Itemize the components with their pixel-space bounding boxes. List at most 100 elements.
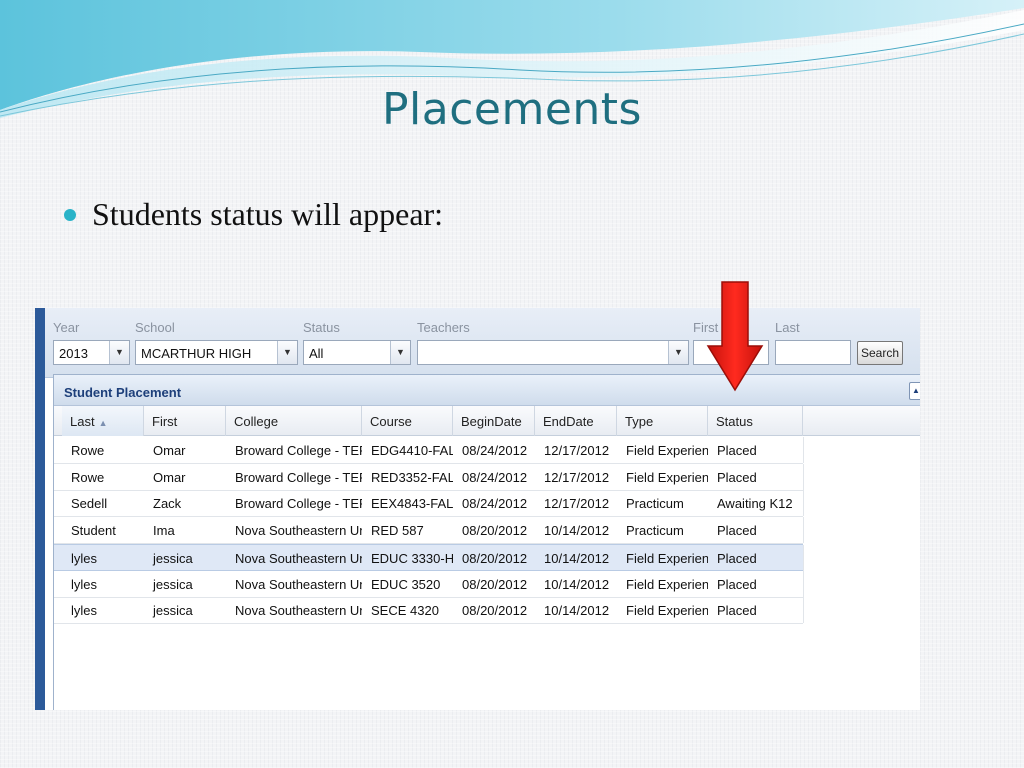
cell-first: Omar: [153, 469, 186, 485]
cell-enddate: 12/17/2012: [544, 469, 610, 485]
cell-begindate: 08/24/2012: [462, 443, 528, 458]
cell-first: jessica: [153, 550, 193, 566]
filter-bar: Year School Status Teachers First Last 2…: [45, 308, 920, 378]
chevron-down-icon[interactable]: ▼: [390, 341, 410, 364]
column-header-type[interactable]: Type: [617, 406, 708, 436]
cell-course: EDUC 3330-HIG: [371, 550, 453, 566]
status-select-value: All: [309, 346, 324, 361]
cell-status: Placed: [717, 469, 757, 485]
cell-type: Field Experience: [626, 576, 708, 592]
table-row[interactable]: Sedell Zack Broward College - TEP EEX4843-F…: [54, 490, 804, 518]
chevron-down-icon[interactable]: ▼: [668, 341, 688, 364]
column-header-first[interactable]: First: [144, 406, 226, 436]
column-header-last[interactable]: Last ▲: [62, 406, 144, 436]
cell-type: Practicum: [626, 496, 684, 512]
cell-college: Broward College - TEP: [235, 496, 362, 512]
cell-course: EDUC 3520: [371, 576, 441, 592]
cell-begindate: 08/20/2012: [462, 576, 528, 592]
cell-status: Placed: [717, 550, 757, 566]
cell-course: RED 587: [371, 523, 424, 539]
cell-first: jessica: [153, 576, 193, 592]
column-header-enddate[interactable]: EndDate: [535, 406, 617, 436]
table-row[interactable]: lyles jessica Nova Southeastern Univ SECE 4…: [54, 597, 804, 625]
column-header-label: First: [152, 414, 178, 429]
cell-begindate: 08/24/2012: [462, 496, 528, 512]
placement-screenshot: Year School Status Teachers First Last 2…: [35, 308, 920, 710]
table-row[interactable]: lyles jessica Nova Southeastern Univ EDUC 3…: [54, 570, 804, 598]
cell-course: EEX4843-FALL2: [371, 496, 453, 512]
year-label: Year: [53, 320, 80, 335]
cell-course: SECE 4320: [371, 603, 439, 619]
cell-enddate: 10/14/2012: [544, 603, 610, 619]
cell-type: Field Experience: [626, 550, 708, 566]
cell-last: Sedell: [71, 496, 108, 512]
teachers-label: Teachers: [417, 320, 470, 335]
status-select[interactable]: All ▼: [303, 340, 411, 365]
column-header-begindate[interactable]: BeginDate: [453, 406, 535, 436]
bullet-item: Students status will appear:: [64, 196, 443, 233]
search-button[interactable]: Search: [857, 341, 903, 365]
cell-college: Broward College - TEP: [235, 469, 362, 485]
cell-last: lyles: [71, 576, 98, 592]
school-select-value: MCARTHUR HIGH: [141, 346, 252, 361]
column-header-label: Type: [625, 414, 654, 429]
cell-begindate: 08/20/2012: [462, 603, 528, 619]
column-header-row: Last ▲ First College Course BeginDate End…: [54, 406, 920, 436]
cell-college: Nova Southeastern Univ: [235, 523, 362, 539]
column-header-label: Status: [716, 414, 753, 429]
table-row[interactable]: Student Ima Nova Southeastern Univ RED 587 0…: [54, 517, 804, 545]
teachers-select[interactable]: ▼: [417, 340, 689, 365]
column-header-status[interactable]: Status: [708, 406, 803, 436]
table-row[interactable]: Rowe Omar Broward College - TEP RED3352-FAL…: [54, 463, 804, 491]
school-select[interactable]: MCARTHUR HIGH ▼: [135, 340, 298, 365]
cell-enddate: 10/14/2012: [544, 550, 610, 566]
grid-title: Student Placement: [64, 385, 182, 400]
cell-type: Field Experience: [626, 469, 708, 485]
row-divider: [803, 597, 804, 624]
grid-header: Student Placement ▲: [54, 375, 920, 406]
bullet-text: Students status will appear:: [92, 196, 444, 232]
cell-college: Nova Southeastern Univ: [235, 576, 362, 592]
row-divider: [803, 463, 804, 490]
row-divider: [803, 490, 804, 517]
cell-status: Placed: [717, 523, 757, 539]
cell-first: Zack: [153, 496, 182, 512]
year-select-value: 2013: [59, 346, 88, 361]
year-select[interactable]: 2013 ▼: [53, 340, 130, 365]
sort-ascending-icon: ▲: [98, 418, 108, 428]
status-label: Status: [303, 320, 340, 335]
cell-enddate: 12/17/2012: [544, 496, 610, 512]
cell-course: RED3352-FALL: [371, 469, 453, 485]
cell-last: lyles: [71, 550, 98, 566]
column-header-course[interactable]: Course: [362, 406, 453, 436]
cell-status: Awaiting K12: [717, 496, 793, 512]
cell-enddate: 10/14/2012: [544, 523, 610, 539]
red-down-arrow-icon: [706, 281, 764, 392]
chevron-down-icon[interactable]: ▼: [277, 341, 297, 364]
table-row[interactable]: Rowe Omar Broward College - TEP EDG4410-FAL…: [54, 437, 804, 464]
cell-last: Student: [71, 523, 116, 539]
column-header-college[interactable]: College: [226, 406, 362, 436]
cell-type: Field Experience: [626, 443, 708, 458]
row-divider: [803, 544, 804, 571]
collapse-up-icon[interactable]: ▲: [909, 382, 920, 400]
cell-last: Rowe: [71, 469, 105, 485]
last-name-input[interactable]: [775, 340, 851, 365]
chevron-down-icon[interactable]: ▼: [109, 341, 129, 364]
column-header-label: Course: [370, 414, 412, 429]
table-row[interactable]: lyles jessica Nova Southeastern Univ EDUC 3…: [54, 543, 804, 571]
cell-last: lyles: [71, 603, 98, 619]
cell-college: Nova Southeastern Univ: [235, 603, 362, 619]
cell-first: jessica: [153, 603, 193, 619]
cell-begindate: 08/24/2012: [462, 469, 528, 485]
cell-first: Omar: [153, 443, 186, 458]
cell-type: Practicum: [626, 523, 684, 539]
column-header-label: EndDate: [543, 414, 594, 429]
bullet-dot-icon: [64, 208, 76, 221]
row-divider: [803, 570, 804, 597]
row-divider: [803, 437, 804, 463]
cell-first: Ima: [153, 523, 175, 539]
last-name-label: Last: [775, 320, 800, 335]
cell-type: Field Experience: [626, 603, 708, 619]
column-header-label: Last: [70, 414, 95, 429]
